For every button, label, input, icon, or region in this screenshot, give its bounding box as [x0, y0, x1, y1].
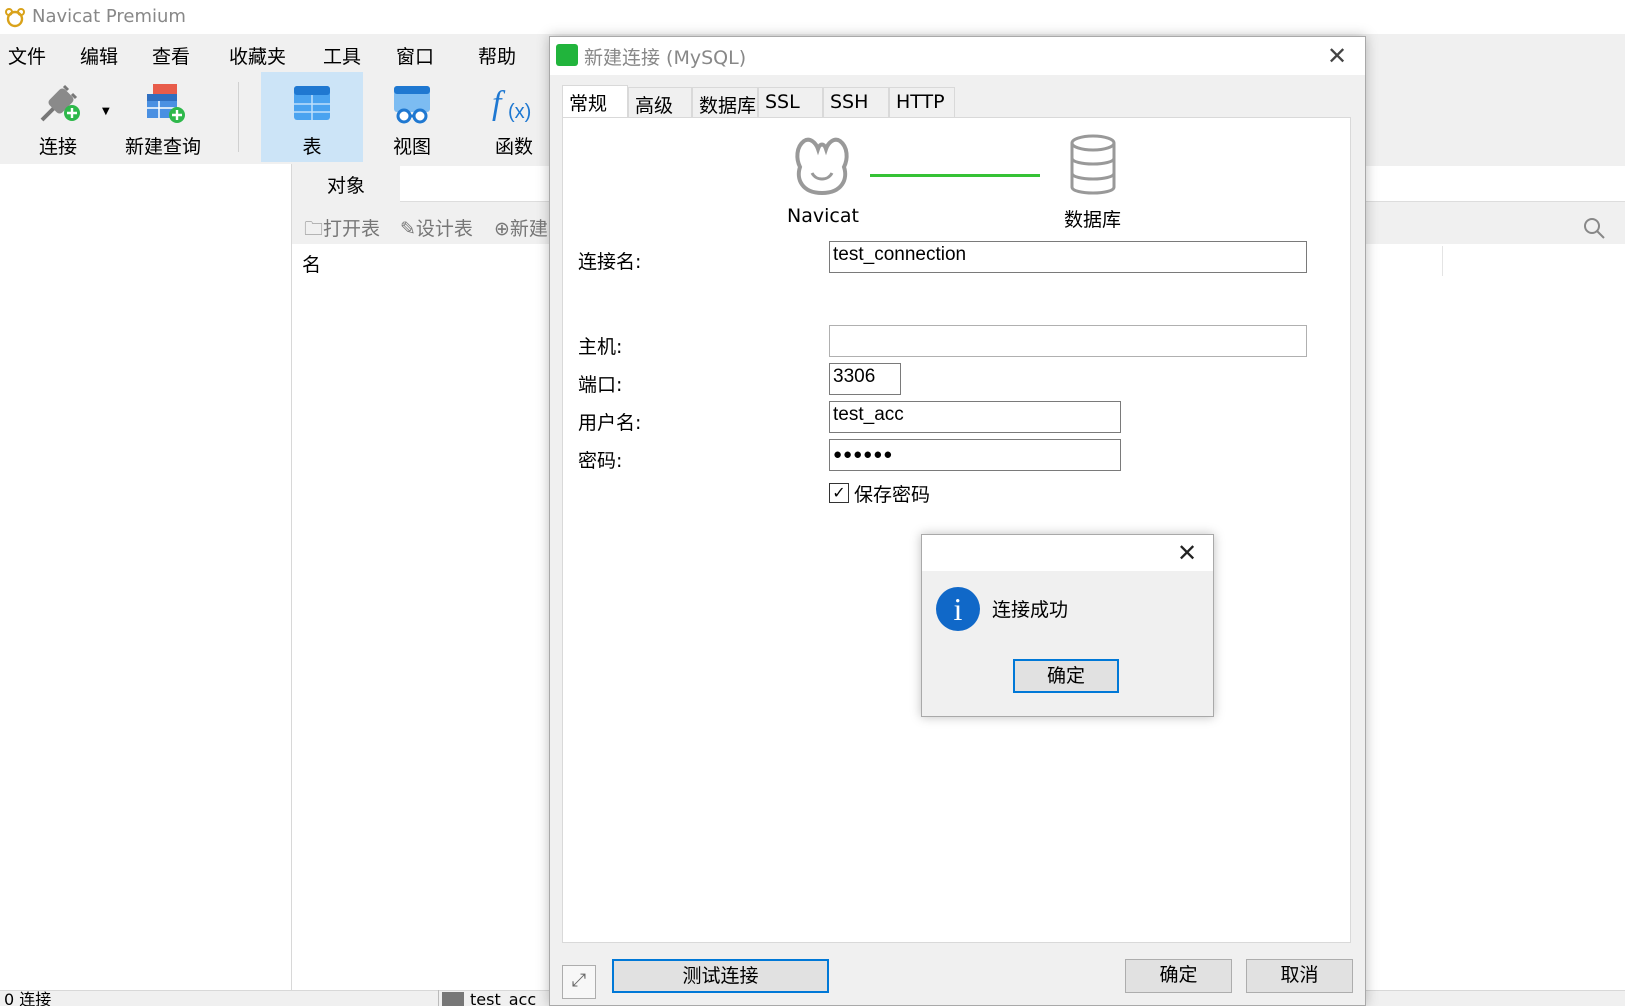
search-icon[interactable]	[1582, 216, 1606, 240]
password-label: 密码:	[578, 450, 623, 472]
tab-ssh[interactable]: SSH	[823, 87, 889, 118]
tab-databases[interactable]: 数据库	[692, 87, 758, 118]
menu-tools[interactable]: 工具	[323, 42, 361, 69]
database-label: 数据库	[1064, 209, 1122, 231]
menu-window[interactable]: 窗口	[396, 42, 434, 69]
username-input[interactable]: test_acc	[829, 401, 1121, 433]
view-label: 视图	[392, 136, 431, 158]
tab-objects[interactable]: 对象	[292, 164, 400, 202]
connect-label: 连接	[38, 136, 77, 158]
save-password-checkbox[interactable]: ✓	[829, 483, 849, 503]
title-bar	[0, 0, 1625, 34]
column-divider	[1442, 246, 1443, 276]
function-icon: f (x)	[492, 85, 531, 123]
mysql-icon	[556, 44, 578, 66]
column-header-name[interactable]: 名	[302, 250, 321, 277]
new-table-button[interactable]: ⊕新建	[494, 214, 548, 241]
svg-text:(x): (x)	[508, 101, 531, 123]
navicat-icon	[795, 137, 849, 196]
new-query-button[interactable]: 新建查询	[118, 72, 208, 162]
save-password-label[interactable]: 保存密码	[854, 480, 930, 507]
connect-button[interactable]: 连接	[18, 72, 98, 162]
function-button[interactable]: f (x) 函数	[470, 72, 558, 162]
username-label: 用户名:	[578, 412, 642, 434]
tab-ssl[interactable]: SSL	[758, 87, 823, 118]
connection-properties-icon[interactable]: ⤢	[562, 965, 596, 999]
menu-help[interactable]: 帮助	[478, 42, 516, 69]
plus-circle-icon: ⊕	[494, 218, 510, 240]
password-input[interactable]: ●●●●●●	[829, 439, 1121, 471]
plug-icon	[40, 84, 80, 122]
cancel-button[interactable]: 取消	[1246, 959, 1353, 993]
database-icon	[1070, 134, 1116, 195]
ok-button[interactable]: 确定	[1125, 959, 1232, 993]
new-connection-dialog: 新建连接 (MySQL) ✕ 常规 高级 数据库 SSL SSH HTTP Na…	[549, 36, 1366, 1006]
message-ok-button[interactable]: 确定	[1013, 659, 1119, 693]
connect-dropdown-icon[interactable]: ▼	[102, 106, 110, 117]
host-label: 主机:	[578, 336, 623, 358]
menu-favorites[interactable]: 收藏夹	[229, 42, 286, 69]
info-icon: i	[936, 587, 980, 631]
port-label: 端口:	[578, 374, 623, 396]
navicat-label: Navicat	[787, 205, 859, 227]
close-icon[interactable]: ✕	[1172, 538, 1202, 568]
connection-icon	[442, 992, 464, 1006]
tab-http[interactable]: HTTP	[889, 87, 955, 118]
status-divider	[438, 990, 439, 1006]
new-query-icon	[147, 84, 185, 123]
status-connection-name: test_acc	[470, 990, 537, 1006]
folder-icon: 🗀	[304, 218, 324, 240]
open-table-button[interactable]: 🗀打开表	[304, 214, 380, 247]
navigation-pane[interactable]	[0, 164, 292, 990]
tab-advanced[interactable]: 高级	[628, 87, 692, 118]
design-table-label: 设计表	[415, 218, 473, 240]
test-connection-button[interactable]: 测试连接	[612, 959, 829, 993]
menu-edit[interactable]: 编辑	[80, 42, 118, 69]
connection-success-dialog: ✕ i 连接成功 确定	[921, 534, 1214, 717]
close-icon[interactable]: ✕	[1322, 41, 1352, 71]
toolbar-separator	[238, 82, 239, 152]
navicat-logo-icon	[5, 8, 25, 28]
new-query-label: 新建查询	[124, 136, 201, 158]
connection-name-label: 连接名:	[578, 251, 642, 273]
connection-name-input[interactable]: test_connection	[829, 241, 1307, 273]
svg-text:f: f	[492, 85, 506, 122]
view-button[interactable]: 视图	[366, 72, 458, 162]
app-title: Navicat Premium	[32, 6, 186, 27]
open-table-label: 打开表	[323, 218, 381, 240]
tab-general[interactable]: 常规	[562, 85, 628, 118]
dialog-title: 新建连接 (MySQL)	[584, 47, 747, 69]
new-table-label: 新建	[509, 218, 548, 240]
host-input[interactable]	[829, 325, 1307, 357]
status-connection-count: 0 连接	[4, 990, 52, 1006]
connection-line	[870, 174, 1040, 177]
menu-view[interactable]: 查看	[152, 42, 190, 69]
function-label: 函数	[494, 136, 533, 158]
port-input[interactable]: 3306	[829, 363, 901, 395]
table-label: 表	[302, 136, 322, 158]
table-icon	[294, 86, 330, 120]
message-text: 连接成功	[992, 599, 1069, 621]
design-table-button[interactable]: ✎设计表	[400, 214, 473, 241]
view-icon	[394, 86, 430, 124]
message-title-bar[interactable]	[922, 535, 1213, 571]
table-button[interactable]: 表	[261, 72, 363, 162]
menu-file[interactable]: 文件	[8, 42, 46, 69]
pencil-icon: ✎	[400, 218, 416, 240]
